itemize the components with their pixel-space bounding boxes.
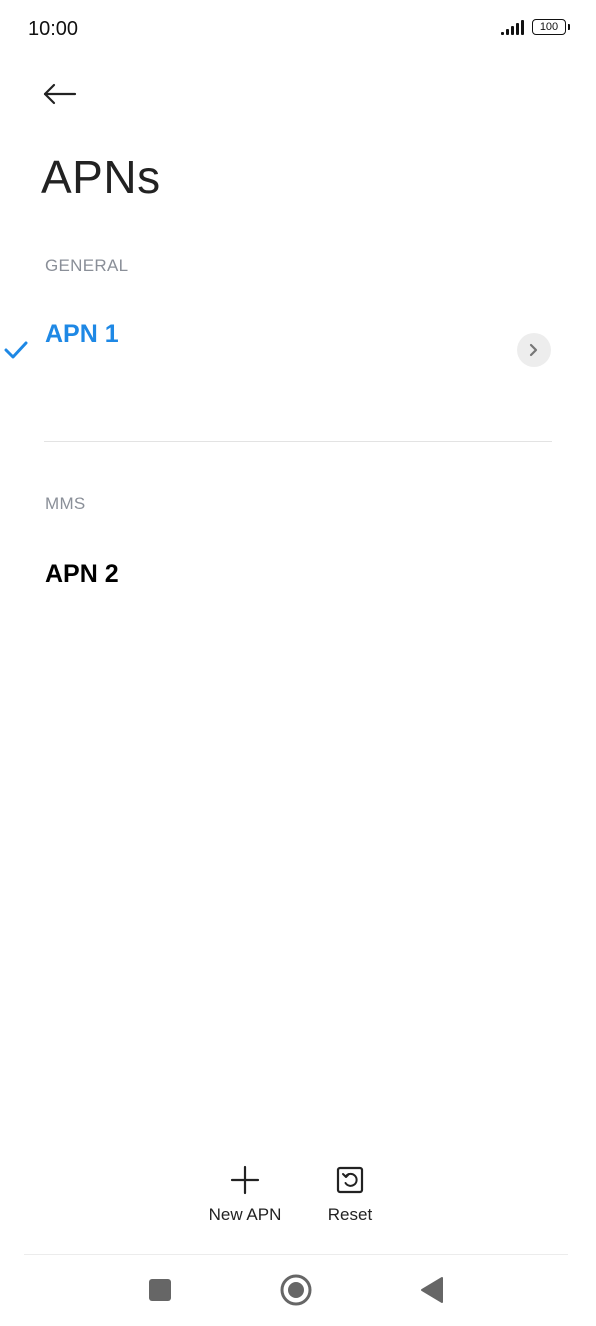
battery-level: 100	[539, 20, 559, 33]
status-icons: 100	[501, 19, 570, 35]
reset-label: Reset	[327, 1205, 373, 1224]
triangle-back-icon	[421, 1277, 443, 1303]
apn-settings-screen: 10:00 100 APNs GENERAL APN 1 MMS APN 2 N…	[0, 0, 596, 1326]
plus-icon	[228, 1163, 262, 1197]
section-header-general: GENERAL	[45, 256, 129, 275]
apn-name-apn-2[interactable]: APN 2	[45, 560, 119, 589]
reset-button[interactable]: Reset	[318, 1163, 382, 1225]
apn-details-button[interactable]	[517, 333, 551, 367]
back-button[interactable]	[38, 74, 82, 114]
battery-icon: 100	[532, 19, 570, 35]
section-header-mms: MMS	[45, 494, 86, 513]
square-icon	[149, 1279, 171, 1301]
signal-icon	[501, 19, 524, 35]
check-icon	[4, 341, 28, 359]
section-divider	[44, 441, 552, 442]
chevron-right-icon	[529, 343, 538, 357]
back-arrow-icon	[43, 83, 77, 105]
bottom-divider	[24, 1254, 568, 1255]
reset-icon	[333, 1163, 367, 1197]
page-title: APNs	[41, 151, 161, 203]
circle-icon	[280, 1274, 312, 1306]
nav-recents-button[interactable]	[140, 1270, 180, 1310]
new-apn-label: New APN	[208, 1205, 282, 1224]
status-time: 10:00	[28, 18, 79, 40]
nav-home-button[interactable]	[276, 1270, 316, 1310]
apn-name-apn-1[interactable]: APN 1	[45, 320, 119, 349]
new-apn-button[interactable]: New APN	[205, 1163, 285, 1225]
nav-back-button[interactable]	[412, 1270, 452, 1310]
